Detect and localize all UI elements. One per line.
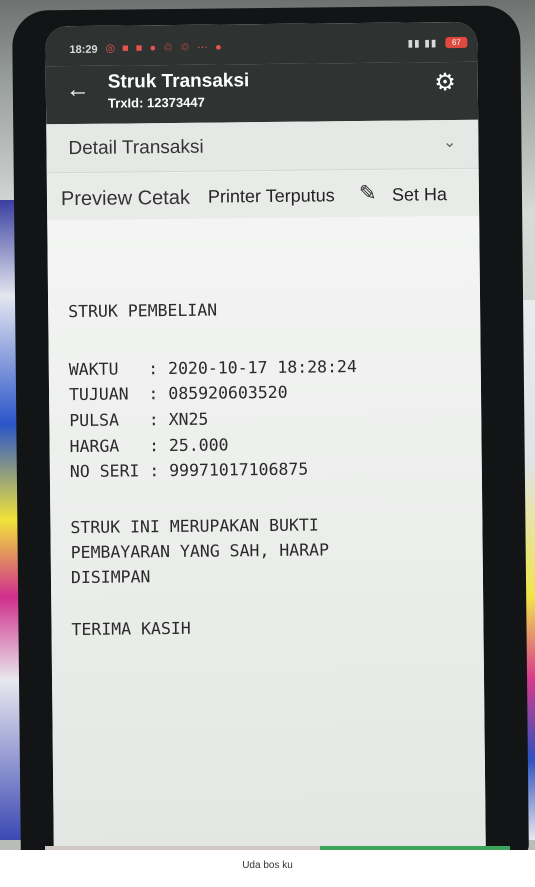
receipt-preview: STRUK PEMBELIAN WAKTU : 2020-10-17 18:28…	[47, 215, 486, 861]
toolbar: Preview Cetak Printer Terputus ✎ Set Ha	[46, 169, 480, 221]
battery-icon: 67	[445, 36, 468, 49]
receipt-note-line: STRUK INI MERUPAKAN BUKTI	[70, 515, 319, 538]
receipt-row-waktu: WAKTU : 2020-10-17 18:28:24	[68, 357, 357, 380]
receipt-row-noseri: NO SERI : 99971017106875	[69, 459, 309, 482]
receipt-heading: STRUK PEMBELIAN	[68, 300, 218, 322]
dropdown-label: Detail Transaksi	[68, 136, 204, 160]
signal-icon: ▮▮ ▮▮	[407, 38, 438, 50]
receipt-row-pulsa: PULSA : XN25	[69, 409, 209, 431]
set-price-button[interactable]: Set Ha	[392, 184, 447, 206]
photo-caption: Uda bos ku	[242, 860, 293, 871]
detail-dropdown[interactable]: Detail Transaksi ⌄	[46, 119, 479, 174]
page-title: Struk Transaksi	[107, 70, 250, 93]
back-arrow-icon[interactable]: ←	[66, 76, 90, 104]
printer-status-button[interactable]: Printer Terputus	[208, 185, 335, 207]
notification-icons: ◎ ■ ■ ● ♲ ♲ ⋯ ●	[105, 41, 224, 55]
transaction-id: TrxId: 12373447	[107, 94, 205, 111]
preview-print-tab[interactable]: Preview Cetak	[61, 187, 190, 211]
chevron-down-icon: ⌄	[442, 134, 457, 152]
status-bar: 18:29 ◎ ■ ■ ● ♲ ♲ ⋯ ● ▮▮ ▮▮ 67	[45, 21, 478, 67]
pencil-icon[interactable]: ✎	[359, 181, 377, 206]
receipt-note-line: DISIMPAN	[70, 567, 151, 588]
gear-icon[interactable]: ⚙	[434, 68, 456, 97]
phone-frame: 18:29 ◎ ■ ■ ● ♲ ♲ ⋯ ● ▮▮ ▮▮ 67 ← Struk T…	[12, 5, 529, 861]
app-bar: ← Struk Transaksi TrxId: 12373447 ⚙	[45, 61, 479, 125]
receipt-row-tujuan: TUJUAN : 085920603520	[68, 382, 288, 405]
phone-screen: 18:29 ◎ ■ ■ ● ♲ ♲ ⋯ ● ▮▮ ▮▮ 67 ← Struk T…	[45, 21, 486, 861]
receipt-note-line: PEMBAYARAN YANG SAH, HARAP	[70, 540, 330, 563]
receipt-row-harga: HARGA : 25.000	[69, 435, 229, 457]
receipt-closing: TERIMA KASIH	[71, 618, 191, 640]
status-time: 18:29	[69, 43, 98, 57]
